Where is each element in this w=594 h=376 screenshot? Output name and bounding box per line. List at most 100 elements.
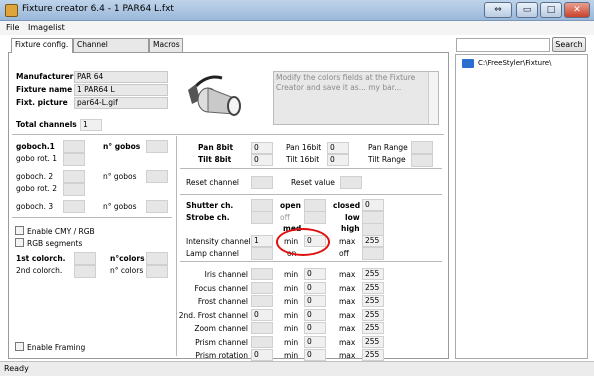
max-field[interactable]: 255 bbox=[362, 281, 384, 294]
high-label: high bbox=[341, 224, 360, 233]
reset-channel-field[interactable] bbox=[251, 176, 273, 189]
gobo-rot2-field[interactable] bbox=[63, 183, 85, 196]
enable-cmy-label: Enable CMY / RGB bbox=[27, 227, 95, 236]
max-label: max bbox=[339, 310, 356, 320]
tab-fixture-config[interactable]: Fixture config. bbox=[11, 38, 73, 53]
intensity-channel-field[interactable]: 1 bbox=[251, 235, 273, 247]
total-channels-field[interactable]: 1 bbox=[80, 119, 102, 131]
divider bbox=[180, 168, 442, 169]
hint-textarea[interactable]: Modify the colors fields at the Fixture … bbox=[273, 71, 439, 125]
pan-range-field[interactable] bbox=[411, 141, 433, 154]
max-field[interactable]: 255 bbox=[362, 335, 384, 348]
goboch2-field[interactable] bbox=[63, 170, 85, 183]
ngobos3-field[interactable] bbox=[146, 200, 168, 213]
lamp-channel-field[interactable] bbox=[251, 247, 273, 260]
ncolors2-field[interactable] bbox=[146, 265, 168, 278]
colorch1-field[interactable] bbox=[74, 252, 96, 265]
enable-framing-checkbox[interactable] bbox=[15, 342, 24, 351]
manufacturer-label: Manufacturer bbox=[16, 72, 74, 81]
min-field[interactable]: 0 bbox=[304, 322, 326, 334]
fixture-name-field[interactable]: 1 PAR64 L bbox=[74, 84, 168, 96]
max-label: max bbox=[339, 337, 356, 347]
status-text: Ready bbox=[4, 364, 29, 373]
channel-field[interactable] bbox=[251, 281, 273, 294]
divider bbox=[12, 217, 172, 218]
reset-value-field[interactable] bbox=[340, 176, 362, 189]
min-field[interactable]: 0 bbox=[304, 295, 326, 307]
colorch2-field[interactable] bbox=[74, 265, 96, 278]
channel-label: Prism rotation bbox=[195, 351, 248, 360]
reset-channel-label: Reset channel bbox=[186, 178, 240, 187]
colorch2-label: 2nd colorch. bbox=[16, 266, 63, 275]
max-field[interactable]: 255 bbox=[362, 295, 384, 307]
highlight-circle bbox=[276, 228, 330, 256]
closed-field[interactable]: 0 bbox=[362, 199, 384, 211]
strobe-off-field[interactable] bbox=[304, 211, 326, 224]
search-input[interactable] bbox=[456, 38, 550, 52]
ngobos1-field[interactable] bbox=[146, 140, 168, 153]
max-field[interactable]: 255 bbox=[362, 349, 384, 361]
channel-field[interactable]: 0 bbox=[251, 349, 273, 361]
channel-field[interactable] bbox=[251, 268, 273, 280]
fixture-image bbox=[178, 70, 266, 128]
tab-channel-description[interactable]: Channel description bbox=[73, 38, 149, 61]
lamp-off-label: off bbox=[339, 249, 349, 258]
ncolors1-field[interactable] bbox=[146, 252, 168, 265]
max-field[interactable]: 255 bbox=[362, 268, 384, 280]
min-field[interactable]: 0 bbox=[304, 335, 326, 348]
off-label: off bbox=[280, 213, 290, 222]
intensity-max-label: max bbox=[339, 237, 356, 246]
channel-label: Focus channel bbox=[194, 283, 248, 293]
goboch1-field[interactable] bbox=[63, 140, 85, 153]
channel-field[interactable]: 0 bbox=[251, 308, 273, 321]
channel-field[interactable] bbox=[251, 295, 273, 307]
min-label: min bbox=[284, 310, 299, 320]
fixture-picture-label: Fixt. picture bbox=[16, 98, 68, 107]
channel-field[interactable] bbox=[251, 335, 273, 348]
tab-macros[interactable]: Macros bbox=[149, 38, 183, 52]
channel-field[interactable] bbox=[251, 322, 273, 334]
max-label: max bbox=[339, 283, 356, 293]
min-label: min bbox=[284, 270, 299, 279]
divider bbox=[12, 134, 444, 135]
strobe-ch-field[interactable] bbox=[251, 211, 273, 224]
strobe-ch-label: Strobe ch. bbox=[186, 213, 230, 222]
min-field[interactable]: 0 bbox=[304, 308, 326, 321]
menu-imagelist[interactable]: Imagelist bbox=[28, 23, 65, 32]
close-button[interactable]: ✕ bbox=[564, 2, 590, 18]
folder-path[interactable]: C:\FreeStyler\Fixture\ bbox=[478, 59, 551, 67]
tilt16-field[interactable]: 0 bbox=[327, 154, 349, 166]
ncolors1-label: n°colors bbox=[110, 254, 145, 263]
min-field[interactable]: 0 bbox=[304, 349, 326, 361]
fixture-picture-field[interactable]: par64-L.gif bbox=[74, 97, 168, 109]
rgb-segments-checkbox[interactable] bbox=[15, 238, 24, 247]
app-icon bbox=[5, 4, 18, 17]
intensity-channel-label: Intensity channel bbox=[186, 237, 251, 246]
gobo-rot1-field[interactable] bbox=[63, 153, 85, 166]
tilt-range-field[interactable] bbox=[411, 154, 433, 167]
lamp-off-field[interactable] bbox=[362, 247, 384, 260]
enable-cmy-checkbox[interactable] bbox=[15, 226, 24, 235]
min-label: min bbox=[284, 337, 299, 347]
hint-scrollbar[interactable] bbox=[428, 72, 438, 124]
tilt8-field[interactable]: 0 bbox=[251, 154, 273, 166]
max-field[interactable]: 255 bbox=[362, 308, 384, 321]
min-field[interactable]: 0 bbox=[304, 268, 326, 280]
restore-button[interactable]: ⇔ bbox=[484, 2, 512, 18]
manufacturer-field[interactable]: PAR 64 bbox=[74, 71, 168, 83]
pan8-field[interactable]: 0 bbox=[251, 142, 273, 154]
max-field[interactable]: 255 bbox=[362, 322, 384, 334]
shutter-ch-label: Shutter ch. bbox=[186, 201, 234, 210]
ngobos2-field[interactable] bbox=[146, 170, 168, 183]
intensity-max-field[interactable]: 255 bbox=[362, 235, 384, 247]
folder-icon bbox=[462, 59, 474, 68]
menu-file[interactable]: File bbox=[6, 23, 19, 32]
colorch1-label: 1st colorch. bbox=[16, 254, 66, 263]
ngobos3-label: n° gobos bbox=[103, 202, 137, 211]
goboch3-field[interactable] bbox=[63, 200, 85, 213]
min-field[interactable]: 0 bbox=[304, 281, 326, 294]
search-button[interactable]: Search bbox=[552, 37, 586, 52]
minimize-button[interactable]: ▭ bbox=[516, 2, 538, 18]
maximize-button[interactable]: □ bbox=[540, 2, 562, 18]
pan16-field[interactable]: 0 bbox=[327, 142, 349, 154]
